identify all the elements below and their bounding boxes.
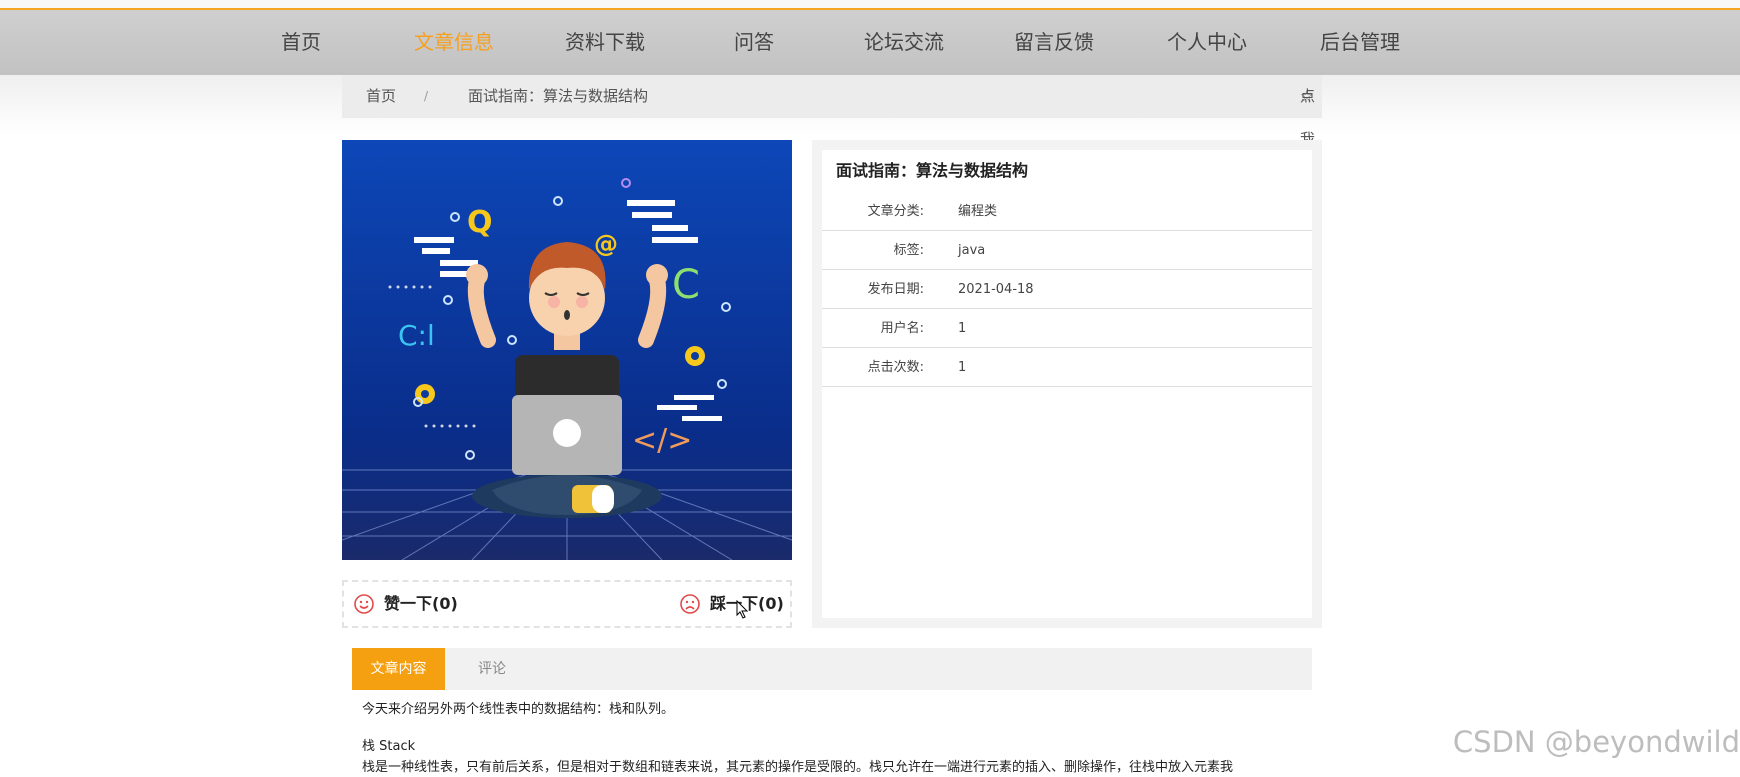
top-accent-line <box>0 0 1740 10</box>
laptop-icon <box>512 395 622 475</box>
info-label: 点击次数: <box>867 360 924 375</box>
svg-text:C:l: C:l <box>398 319 435 352</box>
nav-item-profile[interactable]: 个人中心 <box>1167 10 1247 75</box>
nav-item-downloads[interactable]: 资料下载 <box>565 10 645 75</box>
info-label: 发布日期: <box>867 282 924 297</box>
info-value: 1 <box>958 360 967 375</box>
article-paragraph: 栈是一种线性表，只有前后关系，但是相对于数组和链表来说，其元素的操作是受限的。栈… <box>362 760 1234 775</box>
info-value: java <box>958 243 986 258</box>
nav-item-qa[interactable]: 问答 <box>734 10 774 75</box>
breadcrumb: 首页 / 面试指南：算法与数据结构 ☆点我收藏 <box>342 75 1322 234</box>
info-value: 1 <box>958 321 967 336</box>
info-row-category: 文章分类: 编程类 <box>822 192 1312 231</box>
like-button[interactable]: 赞一下(0) <box>354 582 458 626</box>
info-label: 用户名: <box>880 321 924 336</box>
dislike-button[interactable]: 踩一下(0) <box>680 582 784 626</box>
nav-item-forum[interactable]: 论坛交流 <box>864 10 944 75</box>
info-label: 标签: <box>893 243 924 258</box>
breadcrumb-separator: / <box>424 89 429 103</box>
like-label: 赞一下(0) <box>384 594 458 613</box>
breadcrumb-home-link[interactable]: 首页 <box>366 75 396 118</box>
watermark: CSDN @beyondwild <box>1452 725 1740 759</box>
info-label: 文章分类: <box>867 204 924 219</box>
nav-item-home[interactable]: 首页 <box>281 10 321 75</box>
svg-text:C: C <box>672 262 700 308</box>
article-heading: 栈 Stack <box>362 739 416 754</box>
nav-item-articles[interactable]: 文章信息 <box>414 10 494 75</box>
info-row-tag: 标签: java <box>822 231 1312 270</box>
info-value: 编程类 <box>958 204 998 219</box>
article-paragraph: 今天来介绍另外两个线性表中的数据结构：栈和队列。 <box>362 702 675 717</box>
svg-text:@: @ <box>594 230 618 258</box>
info-row-date: 发布日期: 2021-04-18 <box>822 270 1312 309</box>
mouse-cursor-icon <box>736 600 749 619</box>
article-title: 面试指南：算法与数据结构 <box>836 161 1029 180</box>
tab-comments[interactable]: 评论 <box>445 648 539 690</box>
article-info-card: 面试指南：算法与数据结构 文章分类: 编程类 标签: java 发布日期: 20… <box>822 150 1312 618</box>
vote-bar: 赞一下(0) 踩一下(0) <box>342 580 792 628</box>
tab-article-content[interactable]: 文章内容 <box>352 648 445 690</box>
svg-text:Q: Q <box>467 205 493 240</box>
nav-item-feedback[interactable]: 留言反馈 <box>1014 10 1094 75</box>
info-row-clicks: 点击次数: 1 <box>822 348 1312 387</box>
nav-item-admin[interactable]: 后台管理 <box>1320 10 1400 75</box>
article-cover-image: Q @ C C:l </> <box>342 140 792 560</box>
main-nav: 首页 文章信息 资料下载 问答 论坛交流 留言反馈 个人中心 后台管理 <box>0 10 1740 75</box>
sad-face-icon <box>680 594 700 614</box>
svg-text:</>: </> <box>632 423 692 458</box>
programmer-meditating-illustration: Q @ C C:l </> <box>342 140 792 560</box>
breadcrumb-current: 面试指南：算法与数据结构 <box>468 87 649 105</box>
info-value: 2021-04-18 <box>958 282 1034 297</box>
smile-face-icon <box>354 594 374 614</box>
info-row-username: 用户名: 1 <box>822 309 1312 348</box>
content-tabs: 文章内容 评论 <box>352 648 1312 690</box>
